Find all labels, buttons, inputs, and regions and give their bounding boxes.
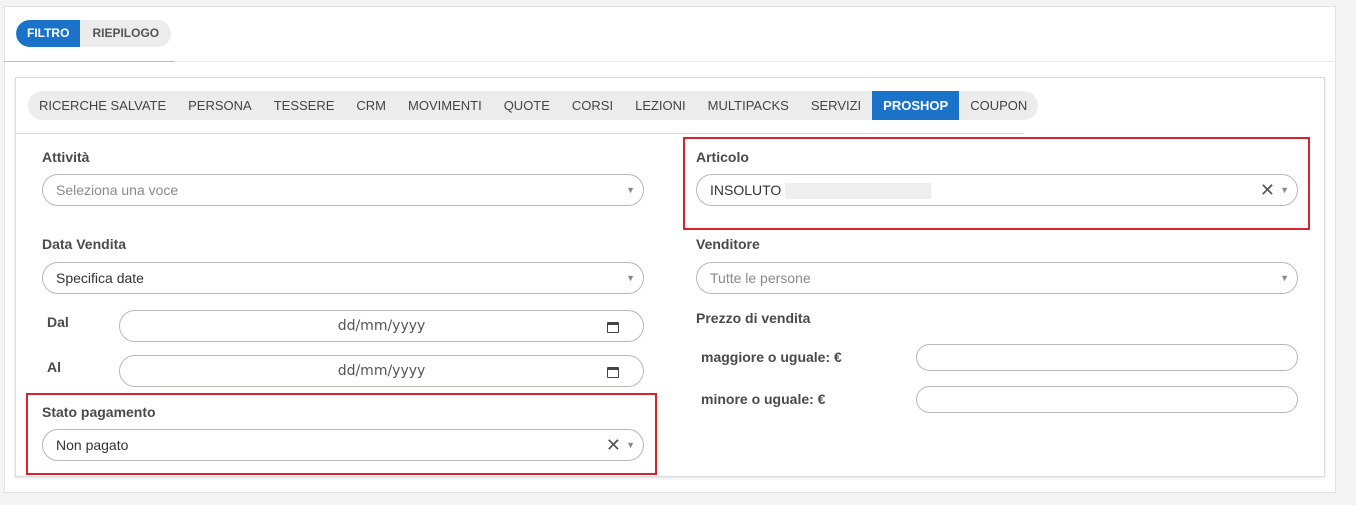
venditore-label: Venditore: [696, 236, 760, 252]
tab-servizi[interactable]: SERVIZI: [800, 91, 872, 120]
main-tabs-divider: [4, 61, 1336, 62]
al-date-input[interactable]: dd/mm/yyyy: [119, 355, 644, 387]
data-vendita-select[interactable]: Specifica date ▼: [42, 262, 644, 294]
calendar-icon[interactable]: [607, 322, 619, 333]
tab-riepilogo[interactable]: RIEPILOGO: [80, 20, 171, 47]
main-tabs-underline: [4, 61, 174, 62]
data-vendita-value: Specifica date: [56, 270, 144, 286]
al-placeholder: dd/mm/yyyy: [337, 363, 426, 379]
venditore-placeholder: Tutte le persone: [710, 270, 811, 286]
tab-movimenti[interactable]: MOVIMENTI: [397, 91, 493, 120]
dal-date-input[interactable]: dd/mm/yyyy: [119, 310, 644, 342]
tab-corsi[interactable]: CORSI: [561, 91, 624, 120]
prezzo-max-label: minore o uguale: €: [701, 391, 826, 407]
attivita-select[interactable]: Seleziona una voce ▼: [42, 174, 644, 206]
dal-placeholder: dd/mm/yyyy: [337, 318, 426, 334]
tab-coupon[interactable]: COUPON: [959, 91, 1038, 120]
proshop-filter-panel: RICERCHE SALVATE PERSONA TESSERE CRM MOV…: [15, 77, 1325, 477]
sub-tabs: RICERCHE SALVATE PERSONA TESSERE CRM MOV…: [28, 91, 1039, 120]
tab-persona[interactable]: PERSONA: [177, 91, 263, 120]
prezzo-min-input[interactable]: [916, 344, 1298, 371]
chevron-down-icon: ▼: [626, 273, 635, 283]
chevron-down-icon: ▼: [1280, 273, 1289, 283]
prezzo-label: Prezzo di vendita: [696, 310, 811, 326]
al-label: Al: [47, 359, 61, 375]
tab-crm[interactable]: CRM: [345, 91, 397, 120]
stato-pagamento-highlight: [26, 393, 657, 475]
tab-filtro[interactable]: FILTRO: [16, 20, 81, 47]
sub-tabs-underline: [16, 133, 1024, 134]
chevron-down-icon: ▼: [626, 185, 635, 195]
tab-tessere[interactable]: TESSERE: [263, 91, 346, 120]
tab-multipacks[interactable]: MULTIPACKS: [697, 91, 800, 120]
tab-ricerche-salvate[interactable]: RICERCHE SALVATE: [28, 91, 177, 120]
tab-lezioni[interactable]: LEZIONI: [624, 91, 697, 120]
main-tabs: FILTRO RIEPILOGO: [16, 20, 172, 47]
attivita-label: Attività: [42, 149, 90, 165]
dal-label: Dal: [47, 314, 69, 330]
data-vendita-label: Data Vendita: [42, 236, 127, 252]
prezzo-max-input[interactable]: [916, 386, 1298, 413]
tab-quote[interactable]: QUOTE: [493, 91, 561, 120]
venditore-select[interactable]: Tutte le persone ▼: [696, 262, 1298, 294]
calendar-icon[interactable]: [607, 367, 619, 378]
prezzo-min-label: maggiore o uguale: €: [701, 349, 842, 365]
attivita-placeholder: Seleziona una voce: [56, 182, 179, 198]
tab-proshop[interactable]: PROSHOP: [872, 91, 960, 120]
articolo-highlight: [683, 137, 1310, 230]
